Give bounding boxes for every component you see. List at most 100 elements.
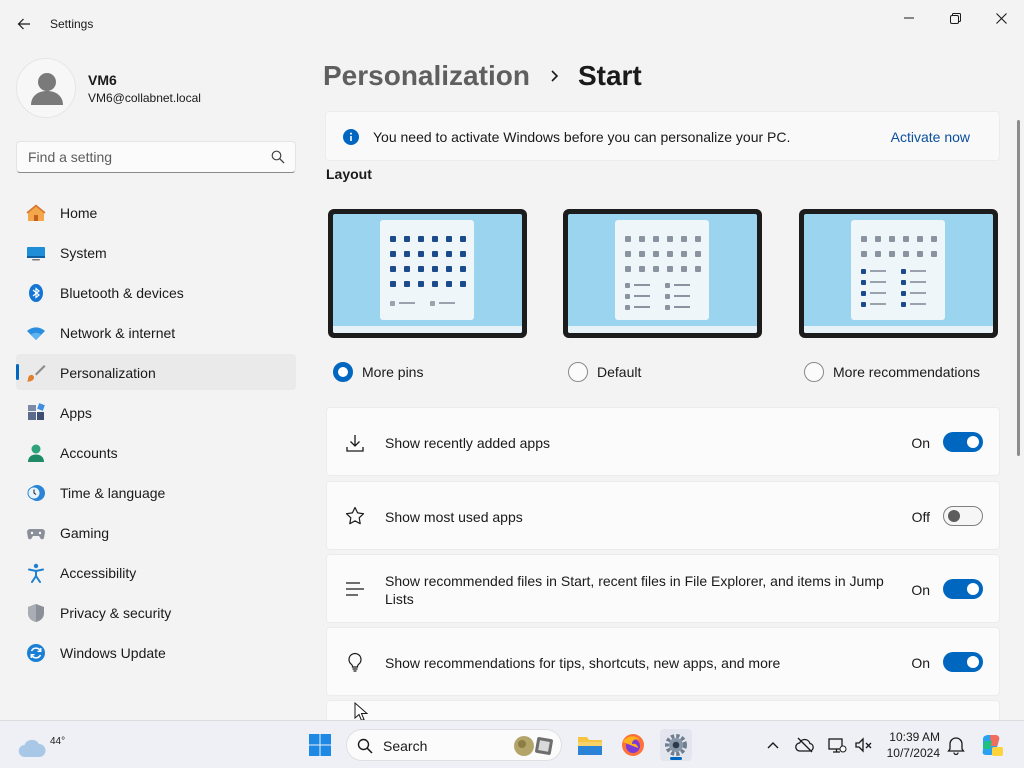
gear-icon (665, 734, 687, 756)
sidebar-item-label: Gaming (60, 525, 110, 541)
windows-logo-icon (309, 734, 331, 756)
setting-label: Show recommended files in Start, recent … (385, 573, 884, 607)
toggle-state-label: On (911, 655, 930, 671)
sidebar-item-windows-update[interactable]: Windows Update (16, 634, 296, 670)
layout-screen (333, 214, 522, 333)
active-app-indicator (670, 757, 682, 760)
layout-preview-more-pins[interactable] (328, 209, 527, 338)
start-button[interactable] (304, 729, 336, 761)
settings-search[interactable] (16, 141, 296, 173)
list-icon (346, 582, 364, 596)
sidebar-item-apps[interactable]: Apps (16, 394, 296, 430)
page-title: Start (577, 60, 642, 91)
cloud-icon (18, 739, 46, 758)
toggle-switch[interactable] (943, 506, 983, 526)
sidebar-item-home[interactable]: Home (16, 194, 296, 230)
setting-row-most-used: Show most used apps Off (326, 481, 1000, 550)
restore-button[interactable] (932, 4, 978, 32)
folder-icon (578, 737, 602, 755)
sidebar-item-system[interactable]: System (16, 234, 296, 270)
user-email: VM6@collabnet.local (88, 91, 201, 105)
taskbar-preview (333, 326, 522, 333)
close-icon (995, 12, 1007, 24)
sidebar-nav: Home System Bluetooth & devices Network … (16, 194, 296, 674)
taskbar-preview (568, 326, 757, 333)
start-menu-preview (851, 220, 945, 320)
sidebar-item-label: Network & internet (60, 325, 176, 341)
radio-default[interactable]: Default (568, 361, 641, 383)
brush-icon (27, 365, 46, 382)
scrollbar-thumb[interactable] (1017, 120, 1020, 456)
start-menu-preview (380, 220, 474, 320)
star-icon (345, 506, 365, 525)
sidebar-item-label: Time & language (60, 485, 166, 501)
close-button[interactable] (978, 4, 1024, 32)
sidebar-item-label: Personalization (60, 365, 156, 381)
taskbar-firefox[interactable] (617, 729, 649, 761)
sidebar-item-time-language[interactable]: Time & language (16, 474, 296, 510)
gamepad-icon (27, 529, 45, 540)
setting-row-recommended-files: Show recommended files in Start, recent … (326, 554, 1000, 623)
taskbar-clock[interactable]: 10:39 AM 10/7/2024 (882, 729, 940, 761)
toggle-switch[interactable] (943, 579, 983, 599)
sidebar-item-privacy[interactable]: Privacy & security (16, 594, 296, 630)
radio-more-pins[interactable]: More pins (333, 361, 423, 383)
chevron-up-icon[interactable] (763, 735, 783, 755)
breadcrumb-parent[interactable]: Personalization (323, 60, 530, 92)
layout-screen (804, 214, 993, 333)
mouse-cursor-icon (354, 702, 368, 722)
radio-button[interactable] (804, 362, 824, 382)
radio-label: More recommendations (833, 364, 981, 380)
minimize-icon (904, 17, 914, 19)
taskbar-search[interactable]: Search (346, 729, 562, 761)
taskbar-settings[interactable] (660, 729, 692, 761)
taskbar: 44° Search 10:39 AM 10/7/2024 (0, 720, 1024, 768)
sidebar-item-accounts[interactable]: Accounts (16, 434, 296, 470)
radio-button[interactable] (568, 362, 588, 382)
radio-more-recommendations[interactable]: More recommendations (804, 361, 980, 383)
sidebar-item-bluetooth[interactable]: Bluetooth & devices (16, 274, 296, 310)
shield-icon (28, 604, 44, 622)
sidebar-item-network[interactable]: Network & internet (16, 314, 296, 350)
back-button[interactable] (12, 12, 36, 36)
sidebar-item-label: Privacy & security (60, 605, 172, 621)
taskbar-file-explorer[interactable] (574, 729, 606, 761)
sidebar-item-label: Accessibility (60, 565, 137, 581)
sidebar-item-label: Windows Update (60, 645, 166, 661)
apps-icon (28, 403, 45, 420)
accounts-icon (28, 444, 44, 462)
volume-muted-icon[interactable] (853, 735, 873, 755)
search-icon (357, 738, 373, 754)
notification-bell-icon[interactable] (946, 735, 966, 755)
minimize-button[interactable] (886, 4, 932, 32)
toggle-state-label: Off (911, 509, 930, 525)
clock-date: 10/7/2024 (886, 746, 940, 760)
person-icon (31, 73, 63, 105)
copilot-icon[interactable] (980, 733, 1004, 757)
taskbar-preview (804, 326, 993, 333)
network-icon[interactable] (827, 735, 847, 755)
sidebar-item-accessibility[interactable]: Accessibility (16, 554, 296, 590)
layout-preview-default[interactable] (563, 209, 762, 338)
setting-row-recently-added: Show recently added apps On (326, 407, 1000, 476)
radio-label: Default (597, 364, 642, 380)
cloud-offline-icon[interactable] (795, 735, 815, 755)
activate-now-link[interactable]: Activate now (891, 129, 970, 145)
activation-banner: You need to activate Windows before you … (325, 111, 1000, 161)
layout-heading: Layout (326, 166, 372, 182)
wifi-icon (27, 327, 45, 340)
toggle-switch[interactable] (943, 652, 983, 672)
radio-button[interactable] (333, 362, 353, 382)
sidebar-item-personalization[interactable]: Personalization (16, 354, 296, 390)
toggle-knob (967, 436, 979, 448)
weather-widget[interactable]: 44° (18, 727, 65, 763)
setting-label: Show recently added apps (385, 435, 550, 451)
toggle-state-label: On (911, 435, 930, 451)
info-icon (343, 129, 359, 145)
search-input[interactable] (17, 142, 295, 172)
layout-preview-more-recommendations[interactable] (799, 209, 998, 338)
sidebar-item-label: Apps (60, 405, 92, 421)
sidebar-item-gaming[interactable]: Gaming (16, 514, 296, 550)
chevron-right-icon (551, 70, 559, 82)
toggle-switch[interactable] (943, 432, 983, 452)
